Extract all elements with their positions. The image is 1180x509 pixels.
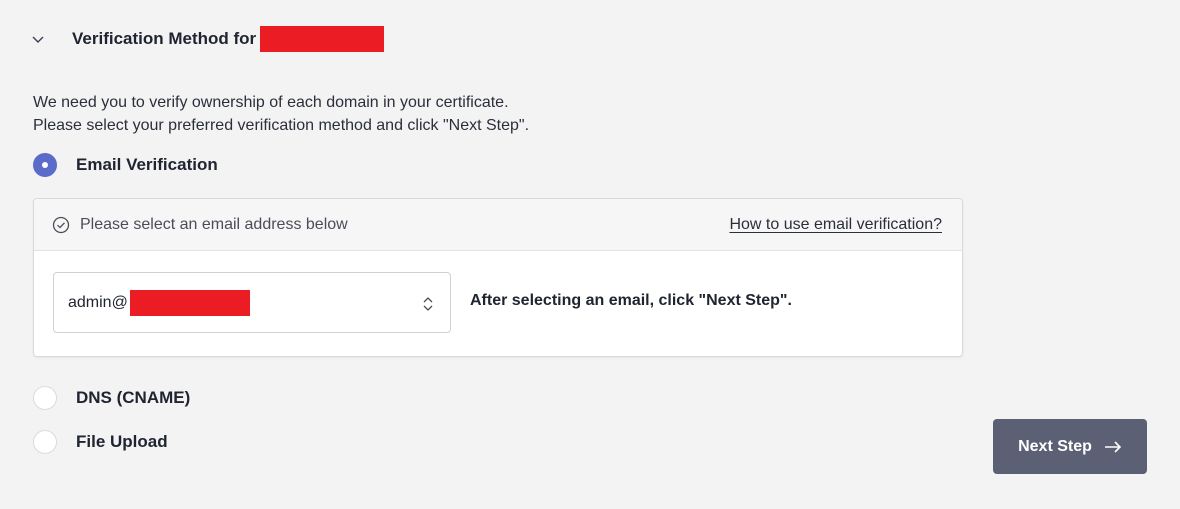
method-dns-label: DNS (CNAME) xyxy=(76,388,191,407)
redacted-email-domain xyxy=(129,289,250,316)
check-circle-icon xyxy=(52,216,70,233)
method-email-label: Email Verification xyxy=(76,155,218,174)
panel-hint: Please select an email address below xyxy=(80,215,348,233)
section-title: Verification Method for xyxy=(72,29,257,48)
intro-text: We need you to verify ownership of each … xyxy=(33,91,529,137)
panel-header: Please select an email address below How… xyxy=(34,199,962,251)
intro-line-1: We need you to verify ownership of each … xyxy=(33,94,509,111)
email-value: admin@ xyxy=(68,293,128,311)
chevron-down-icon xyxy=(32,36,44,43)
verification-page: Verification Method for We need you to v… xyxy=(0,0,1180,509)
next-step-button[interactable]: Next Step xyxy=(993,419,1147,474)
help-link[interactable]: How to use email verification? xyxy=(729,216,942,234)
arrow-right-icon xyxy=(1104,440,1122,453)
section-toggle[interactable]: Verification Method for xyxy=(30,26,385,52)
method-file-label: File Upload xyxy=(76,432,168,451)
intro-line-2: Please select your preferred verificatio… xyxy=(33,117,530,134)
email-select[interactable]: admin@ xyxy=(53,272,451,333)
method-email-option[interactable]: Email Verification xyxy=(33,153,218,177)
method-dns-option[interactable]: DNS (CNAME) xyxy=(33,386,190,410)
radio-dns[interactable] xyxy=(33,386,57,410)
radio-email[interactable] xyxy=(33,153,57,177)
email-verification-panel: Please select an email address below How… xyxy=(33,198,963,357)
next-step-label: Next Step xyxy=(1018,437,1092,455)
redacted-domain xyxy=(260,26,385,52)
email-instruction: After selecting an email, click "Next St… xyxy=(470,292,792,309)
radio-file[interactable] xyxy=(33,430,57,454)
panel-body: admin@ After selecting an email, click "… xyxy=(34,251,962,356)
method-file-option[interactable]: File Upload xyxy=(33,430,168,454)
up-down-chevron-icon xyxy=(423,297,433,311)
